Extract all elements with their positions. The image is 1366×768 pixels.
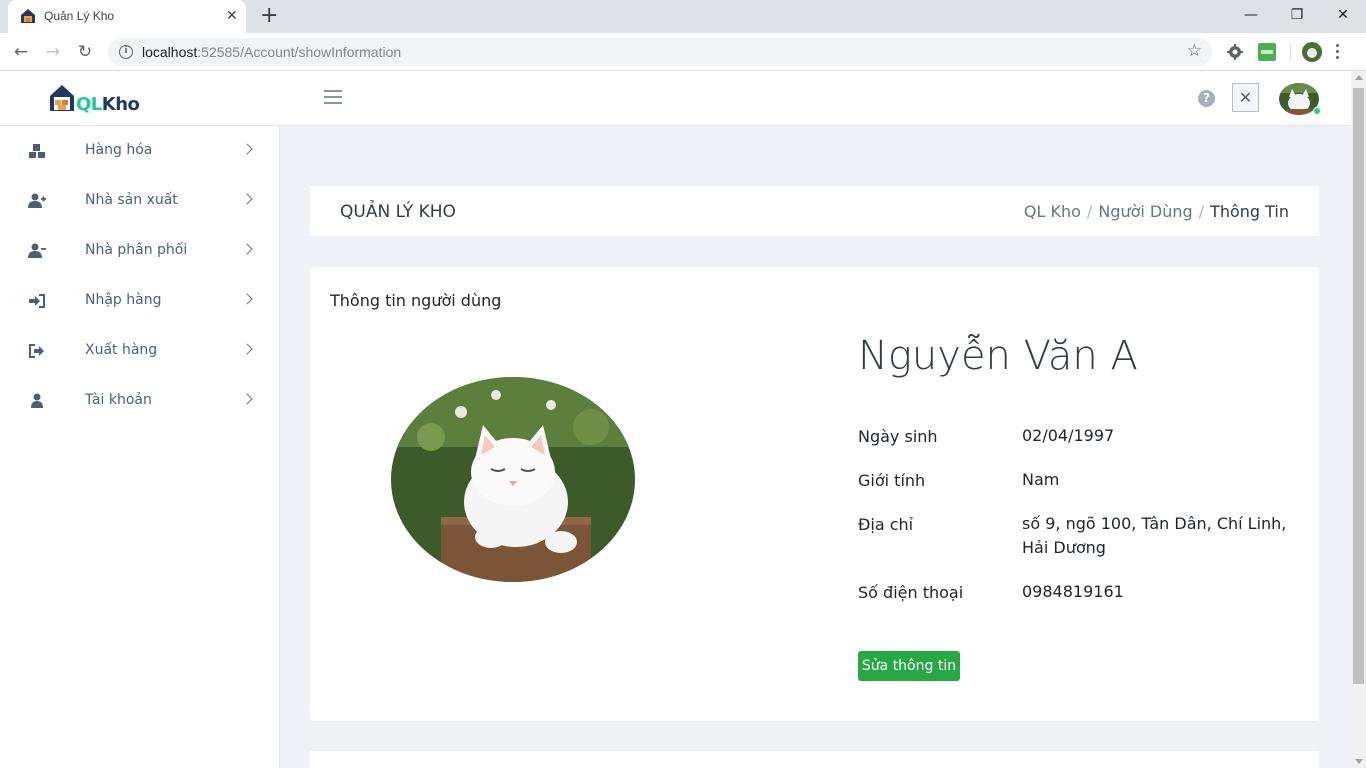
scroll-down-arrow-icon[interactable] xyxy=(1355,759,1363,764)
browser-tabstrip: Quản Lý Kho ✕ + — ❐ ✕ xyxy=(0,0,1366,33)
warehouse-logo-icon xyxy=(50,85,74,111)
chevron-right-icon xyxy=(241,243,253,255)
field-label-address: Địa chỉ xyxy=(858,515,914,534)
page-title-card: QUẢN LÝ KHO QL Kho / Người Dùng / Thông Tin xyxy=(310,186,1319,236)
minimize-button[interactable]: — xyxy=(1236,4,1266,26)
help-icon[interactable]: ? xyxy=(1198,90,1215,107)
chevron-right-icon xyxy=(241,343,253,355)
sign-out-icon xyxy=(29,344,44,358)
sidebar-item-nha-phan-phoi[interactable]: Nhà phân phối xyxy=(0,226,280,276)
sidebar-item-nhap-hang[interactable]: Nhập hàng xyxy=(0,276,280,326)
breadcrumb-thong-tin: Thông Tin xyxy=(1210,202,1289,221)
address-bar[interactable]: i localhost:52585/Account/showInformatio… xyxy=(108,38,1212,66)
user-minus-icon xyxy=(28,243,46,258)
warehouse-favicon-icon xyxy=(21,9,35,23)
scroll-thumb[interactable] xyxy=(1353,88,1364,684)
field-value-birthdate: 02/04/1997 xyxy=(1022,426,1115,445)
app-header: QLKho ? ✕ xyxy=(0,71,1351,126)
sidebar-item-hang-hoa[interactable]: Hàng hóa xyxy=(0,126,280,176)
url-host: localhost xyxy=(142,44,198,60)
close-button[interactable]: ✕ xyxy=(1232,83,1259,112)
sidebar-item-label: Nhà phân phối xyxy=(85,242,188,258)
app-root: QLKho ? ✕ Hàng hóa Nhà sản xuất Nhà phân… xyxy=(0,71,1351,768)
sidebar-item-tai-khoan[interactable]: Tài khoản xyxy=(0,376,280,426)
bottom-card xyxy=(310,751,1319,768)
cat-photo-image xyxy=(391,377,635,582)
logo-text: QLKho xyxy=(76,94,140,115)
forward-button[interactable]: → xyxy=(40,39,66,65)
boxes-icon xyxy=(29,144,45,158)
sidebar-item-label: Nhập hàng xyxy=(85,292,162,308)
breadcrumb: QL Kho / Người Dùng / Thông Tin xyxy=(1024,202,1289,221)
sidebar-item-label: Tài khoản xyxy=(85,392,152,408)
url-text[interactable]: localhost:52585/Account/showInformation xyxy=(142,44,401,60)
user-plus-icon xyxy=(28,193,46,208)
field-label-gender: Giới tính xyxy=(858,471,926,490)
user-info-card: Thông tin người dùng Nguyễn Văn A Ngày s… xyxy=(310,267,1319,721)
breadcrumb-separator: / xyxy=(1198,202,1205,221)
sidebar-item-label: Nhà sản xuất xyxy=(85,192,178,208)
sidebar-item-nha-san-xuat[interactable]: Nhà sản xuất xyxy=(0,176,280,226)
edit-info-button[interactable]: Sửa thông tin xyxy=(858,651,960,681)
url-path: :52585/Account/showInformation xyxy=(197,44,402,60)
field-value-address: số 9, ngõ 100, Tân Dân, Chí Linh, Hải Dư… xyxy=(1022,514,1287,557)
cors-extension-icon[interactable] xyxy=(1258,43,1276,61)
reload-button[interactable]: ↻ xyxy=(72,39,98,65)
tab-close-icon[interactable]: ✕ xyxy=(226,7,238,25)
browser-menu-icon[interactable] xyxy=(1336,44,1340,60)
sidebar-item-label: Xuất hàng xyxy=(85,342,158,358)
hamburger-menu-icon[interactable] xyxy=(324,90,342,105)
sign-in-icon xyxy=(29,294,45,308)
toolbar-divider xyxy=(1290,43,1291,61)
site-info-icon[interactable]: i xyxy=(119,45,133,59)
chevron-right-icon xyxy=(241,193,253,205)
online-status-dot xyxy=(1313,107,1321,115)
chevron-right-icon xyxy=(241,293,253,305)
chevron-right-icon xyxy=(241,393,253,405)
tab-title: Quản Lý Kho xyxy=(44,9,115,23)
page-title: QUẢN LÝ KHO xyxy=(340,202,456,222)
user-photo xyxy=(391,377,635,582)
breadcrumb-nguoi-dung[interactable]: Người Dùng xyxy=(1098,202,1192,221)
back-button[interactable]: ← xyxy=(8,39,34,65)
new-tab-button[interactable]: + xyxy=(260,4,278,28)
extension-gear-icon[interactable] xyxy=(1226,43,1244,61)
field-label-phone: Số điện thoại xyxy=(858,583,964,602)
scroll-up-arrow-icon[interactable] xyxy=(1355,75,1363,80)
restore-button[interactable]: ❐ xyxy=(1282,4,1312,26)
sidebar: Hàng hóa Nhà sản xuất Nhà phân phối Nhập… xyxy=(0,126,280,768)
logo-ql: QL xyxy=(76,94,102,115)
user-icon xyxy=(31,393,43,408)
field-label-birthdate: Ngày sinh xyxy=(858,427,938,446)
card-title: Thông tin người dùng xyxy=(330,291,502,310)
breadcrumb-separator: / xyxy=(1086,202,1093,221)
bookmark-star-icon[interactable]: ☆ xyxy=(1187,41,1202,61)
profile-avatar-icon[interactable] xyxy=(1302,42,1322,62)
sidebar-item-label: Hàng hóa xyxy=(85,142,153,158)
page-scrollbar[interactable] xyxy=(1351,71,1366,768)
user-full-name: Nguyễn Văn A xyxy=(858,333,1138,379)
logo-kho: Kho xyxy=(101,94,140,115)
field-value-gender: Nam xyxy=(1022,470,1060,489)
browser-tab[interactable]: Quản Lý Kho ✕ xyxy=(8,0,246,33)
window-close-button[interactable]: ✕ xyxy=(1328,4,1358,26)
breadcrumb-ql-kho[interactable]: QL Kho xyxy=(1024,202,1081,221)
field-value-phone: 0984819161 xyxy=(1022,582,1124,601)
sidebar-item-xuat-hang[interactable]: Xuất hàng xyxy=(0,326,280,376)
chevron-right-icon xyxy=(241,143,253,155)
browser-toolbar: ← → ↻ i localhost:52585/Account/showInfo… xyxy=(0,33,1366,71)
